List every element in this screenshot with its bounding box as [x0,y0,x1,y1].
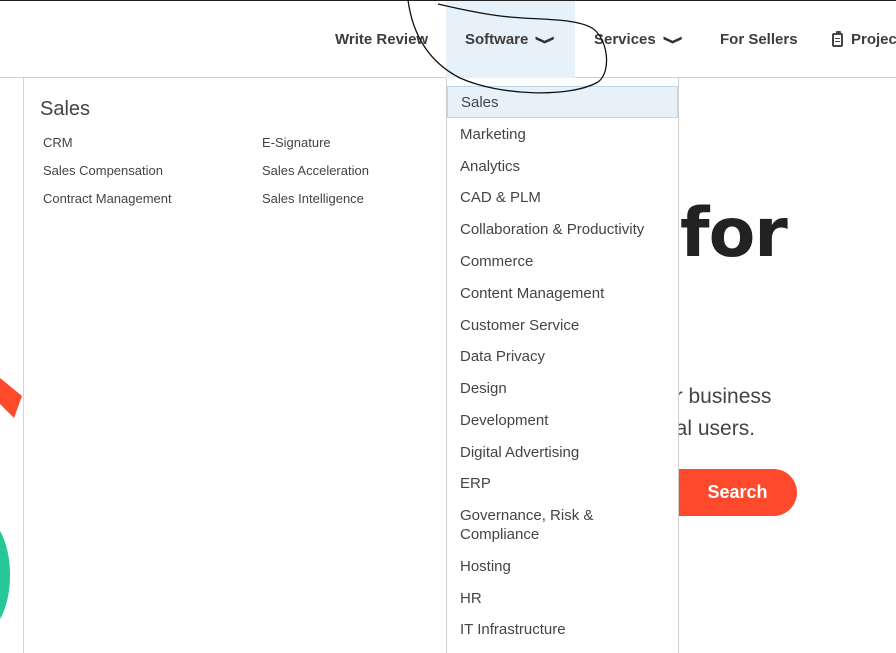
nav-software[interactable]: Software ❯ [446,1,575,78]
mega-link-contract-management[interactable]: Contract Management [43,191,172,206]
category-item-digital-advertising[interactable]: Digital Advertising [447,443,678,462]
chevron-down-icon: ❯ [663,34,685,45]
nav-for-sellers[interactable]: For Sellers [720,1,798,78]
mega-link-e-signature[interactable]: E-Signature [262,135,331,150]
mega-link-sales-intelligence[interactable]: Sales Intelligence [262,191,364,206]
mega-menu-title: Sales [40,98,91,120]
category-item-it-infrastructure[interactable]: IT Infrastructure [447,620,678,639]
nav-projects[interactable]: Projec [832,1,896,78]
decorative-teal-shape [0,520,10,630]
nav-projects-label: Projec [851,31,896,48]
clipboard-icon [832,30,843,47]
decorative-orange-shape [0,378,22,418]
software-category-dropdown: Sales Marketing Analytics CAD & PLM Coll… [446,78,679,653]
top-nav: Write Review Software ❯ Services ❯ For S… [0,0,896,78]
mega-menu-divider [23,78,24,653]
category-item-hr[interactable]: HR [447,589,678,608]
nav-write-review[interactable]: Write Review [335,1,428,78]
mega-link-crm[interactable]: CRM [43,135,73,150]
category-item-collaboration[interactable]: Collaboration & Productivity [447,220,678,239]
category-item-commerce[interactable]: Commerce [447,252,678,271]
mega-link-sales-compensation[interactable]: Sales Compensation [43,163,163,178]
chevron-down-icon: ❯ [536,34,558,45]
hero-subtitle-line1: ur business [664,385,772,408]
category-item-data-privacy[interactable]: Data Privacy [447,347,678,366]
nav-software-label: Software [465,31,529,48]
nav-services[interactable]: Services ❯ [594,1,684,78]
search-button[interactable]: Search [678,469,797,516]
category-item-cad-plm[interactable]: CAD & PLM [447,188,678,207]
category-item-hosting[interactable]: Hosting [447,557,678,576]
category-item-development[interactable]: Development [447,411,678,430]
category-item-customer-service[interactable]: Customer Service [447,316,678,335]
category-item-analytics[interactable]: Analytics [447,157,678,176]
category-item-design[interactable]: Design [447,379,678,398]
category-item-content-management[interactable]: Content Management [447,284,678,303]
nav-services-label: Services [594,31,656,48]
category-item-sales[interactable]: Sales [447,86,678,118]
category-item-governance[interactable]: Governance, Risk & Compliance [447,506,607,544]
mega-link-sales-acceleration[interactable]: Sales Acceleration [262,163,369,178]
category-label: Sales [461,93,499,111]
category-item-marketing[interactable]: Marketing [447,125,678,144]
category-item-erp[interactable]: ERP [447,474,678,493]
hero-headline-fragment: for [680,194,788,273]
